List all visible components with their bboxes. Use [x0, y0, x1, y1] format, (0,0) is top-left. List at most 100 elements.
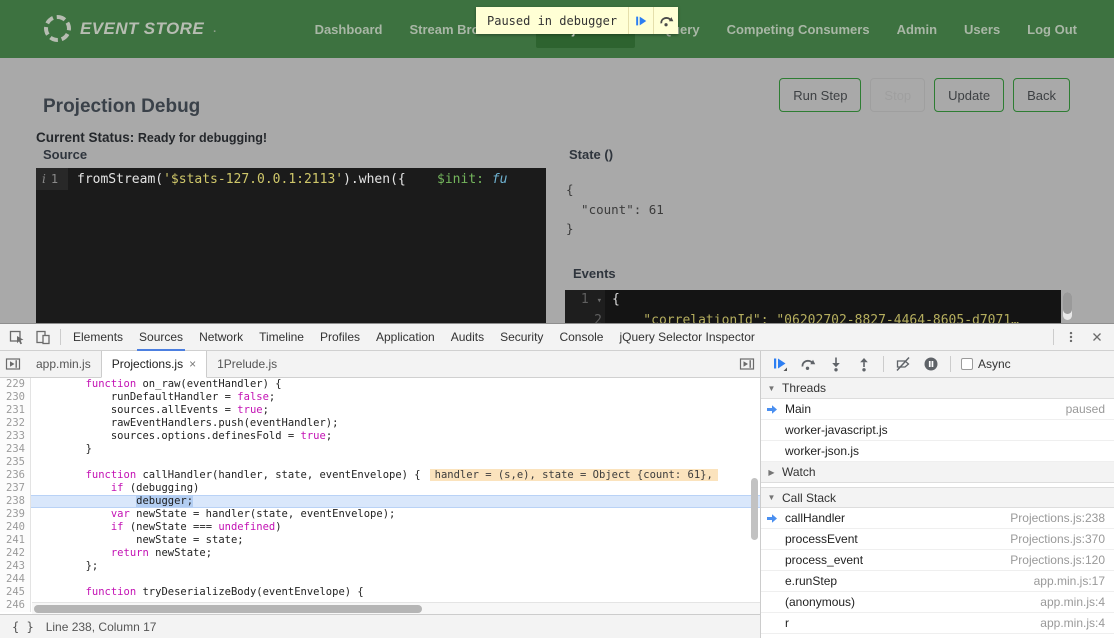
line-number-236[interactable]: 236 [0, 469, 31, 482]
editor-vertical-scrollbar-thumb[interactable] [751, 478, 758, 540]
tab-profiles[interactable]: Profiles [312, 324, 368, 350]
events-line-number[interactable]: 1 ▾ [565, 290, 605, 311]
line-number-245[interactable]: 245 [0, 586, 31, 599]
line-number-233[interactable]: 233 [0, 430, 31, 443]
thread-worker-json-js[interactable]: worker-json.js [761, 441, 1114, 462]
source-editor[interactable]: i 1 fromStream('$stats-127.0.0.1:2113').… [36, 168, 546, 323]
line-number-240[interactable]: 240 [0, 521, 31, 534]
fold-arrow-icon[interactable]: ▾ [597, 296, 602, 306]
toggle-device-toolbar-button[interactable] [30, 324, 56, 350]
line-number-243[interactable]: 243 [0, 560, 31, 573]
code-line-245[interactable]: 245 function tryDeserializeBody(eventEnv… [0, 586, 760, 599]
line-number-234[interactable]: 234 [0, 443, 31, 456]
tab-close-icon[interactable]: × [189, 358, 196, 370]
line-number-246[interactable]: 246 [0, 599, 31, 612]
line-number-229[interactable]: 229 [0, 378, 31, 391]
code-line-236[interactable]: 236 function callHandler(handler, state,… [0, 469, 760, 482]
code-line-244[interactable]: 244 [0, 573, 760, 586]
nav-item-log-out[interactable]: Log Out [1027, 22, 1077, 37]
code-line-239[interactable]: 239 var newState = handler(state, eventE… [0, 508, 760, 521]
show-navigator-button[interactable] [0, 351, 26, 377]
line-number-239[interactable]: 239 [0, 508, 31, 521]
state-json: { "count": 61} [566, 180, 664, 239]
resume-script-button[interactable] [767, 351, 793, 377]
nav-item-admin[interactable]: Admin [897, 22, 937, 37]
banner-resume-button[interactable] [628, 7, 653, 34]
pretty-print-button[interactable]: { } [12, 620, 34, 634]
code-line-230[interactable]: 230 runDefaultHandler = false; [0, 391, 760, 404]
tab-console[interactable]: Console [551, 324, 611, 350]
line-number-242[interactable]: 242 [0, 547, 31, 560]
code-line-232[interactable]: 232 rawEventHandlers.push(eventHandler); [0, 417, 760, 430]
stack-frame-process-event[interactable]: process_eventProjections.js:120 [761, 550, 1114, 571]
code-line-233[interactable]: 233 sources.options.definesFold = true; [0, 430, 760, 443]
nav-item-dashboard[interactable]: Dashboard [315, 22, 383, 37]
code-line-241[interactable]: 241 newState = state; [0, 534, 760, 547]
update-button[interactable]: Update [934, 78, 1004, 112]
code-line-231[interactable]: 231 sources.allEvents = true; [0, 404, 760, 417]
nav-item-users[interactable]: Users [964, 22, 1000, 37]
step-into-button[interactable] [823, 351, 849, 377]
file-tab-app-min-js[interactable]: app.min.js [26, 351, 101, 377]
show-debugger-sidebar-button[interactable] [734, 351, 760, 377]
devtools-menu-button[interactable] [1058, 324, 1084, 350]
tab-security[interactable]: Security [492, 324, 551, 350]
code-line-242[interactable]: 242 return newState; [0, 547, 760, 560]
keyword-token: function [86, 586, 137, 598]
tab-audits[interactable]: Audits [443, 324, 492, 350]
editor-horizontal-scrollbar[interactable] [32, 602, 760, 614]
tab-network[interactable]: Network [191, 324, 251, 350]
events-scrollbar[interactable] [1063, 292, 1072, 320]
nav-item-competing-consumers[interactable]: Competing Consumers [727, 22, 870, 37]
tab-sources[interactable]: Sources [131, 324, 191, 350]
file-tab-projections-js[interactable]: Projections.js× [101, 351, 207, 378]
pause-on-exceptions-button[interactable] [918, 351, 944, 377]
line-number-244[interactable]: 244 [0, 573, 31, 586]
tab-timeline[interactable]: Timeline [251, 324, 312, 350]
deactivate-breakpoints-button[interactable] [890, 351, 916, 377]
code-line-235[interactable]: 235 [0, 456, 760, 469]
code-editor[interactable]: 229 function on_raw(eventHandler) {230 r… [0, 378, 760, 614]
tab-elements[interactable]: Elements [65, 324, 131, 350]
stack-frame-anonymous[interactable]: (anonymous)app.min.js:4 [761, 592, 1114, 613]
line-number-237[interactable]: 237 [0, 482, 31, 495]
devtools-close-button[interactable] [1084, 324, 1110, 350]
step-over-button[interactable] [795, 351, 821, 377]
inspect-element-button[interactable] [4, 324, 30, 350]
events-line-number[interactable]: 2 [565, 311, 605, 323]
step-out-button[interactable] [851, 351, 877, 377]
tab-application[interactable]: Application [368, 324, 443, 350]
code-line-240[interactable]: 240 if (newState === undefined) [0, 521, 760, 534]
section-header-threads[interactable]: ▼Threads [761, 378, 1114, 399]
section-header-watch[interactable]: ▶Watch [761, 462, 1114, 483]
thread-main[interactable]: Mainpaused [761, 399, 1114, 420]
stack-frame-e-runstep[interactable]: e.runStepapp.min.js:17 [761, 571, 1114, 592]
line-number-231[interactable]: 231 [0, 404, 31, 417]
stack-frame-callhandler[interactable]: callHandlerProjections.js:238 [761, 508, 1114, 529]
file-tab-1prelude-js[interactable]: 1Prelude.js [207, 351, 287, 377]
line-number-232[interactable]: 232 [0, 417, 31, 430]
section-header-call-stack[interactable]: ▼Call Stack [761, 487, 1114, 508]
run-step-button[interactable]: Run Step [779, 78, 861, 112]
code-line-238[interactable]: 238 debugger; [0, 495, 760, 508]
events-editor[interactable]: 1 ▾{2 "correlationId": "06202702-8827-44… [565, 290, 1061, 323]
async-checkbox[interactable]: Async [961, 357, 1011, 371]
line-number-235[interactable]: 235 [0, 456, 31, 469]
line-number-230[interactable]: 230 [0, 391, 31, 404]
state-json-line: "count": 61 [566, 200, 664, 220]
tab-jquery-selector-inspector[interactable]: jQuery Selector Inspector [611, 324, 762, 350]
editor-horizontal-scrollbar-thumb[interactable] [34, 605, 422, 613]
event-store-logo[interactable]: EVENT STORE . [44, 15, 216, 42]
code-line-243[interactable]: 243 }; [0, 560, 760, 573]
events-scrollbar-thumb[interactable] [1063, 292, 1072, 314]
code-line-237[interactable]: 237 if (debugging) [0, 482, 760, 495]
thread-worker-javascript-js[interactable]: worker-javascript.js [761, 420, 1114, 441]
back-button[interactable]: Back [1013, 78, 1070, 112]
code-line-234[interactable]: 234 } [0, 443, 760, 456]
line-number-238[interactable]: 238 [0, 495, 31, 508]
line-number-241[interactable]: 241 [0, 534, 31, 547]
code-line-229[interactable]: 229 function on_raw(eventHandler) { [0, 378, 760, 391]
banner-step-over-button[interactable] [653, 7, 678, 34]
stack-frame-processevent[interactable]: processEventProjections.js:370 [761, 529, 1114, 550]
stack-frame-r[interactable]: rapp.min.js:4 [761, 613, 1114, 634]
